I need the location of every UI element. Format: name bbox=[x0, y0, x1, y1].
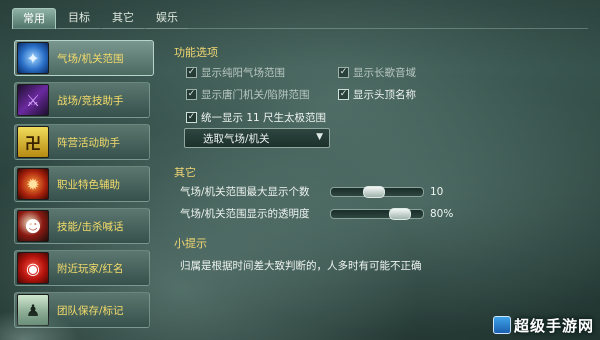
checkbox-label: 显示唐门机关/陷阱范围 bbox=[201, 89, 310, 101]
sidebar-item-label: 气场/机关范围 bbox=[57, 52, 124, 65]
checkbox-label: 统一显示 11 尺生太极范围 bbox=[201, 112, 327, 124]
sidebar-item-class-assist[interactable]: ✹ 职业特色辅助 bbox=[14, 166, 150, 202]
tab-target[interactable]: 目标 bbox=[58, 8, 100, 29]
section-title-features: 功能选项 bbox=[174, 46, 218, 59]
sidebar-item-aura-range[interactable]: ✦ 气场/机关范围 bbox=[14, 40, 154, 76]
shield-swirl-icon: ✦ bbox=[17, 42, 49, 74]
checkbox-tangmen-traps[interactable]: ✓ 显示唐门机关/陷阱范围 bbox=[186, 87, 310, 102]
sidebar-item-skill-shout[interactable]: ☻ 技能/击杀喊话 bbox=[14, 208, 150, 244]
sidebar-item-label: 技能/击杀喊话 bbox=[57, 220, 124, 233]
slider-row-opacity: 气场/机关范围显示的透明度 80% bbox=[180, 206, 453, 221]
slider-value: 10 bbox=[430, 185, 444, 198]
slider-thumb[interactable] bbox=[389, 207, 411, 220]
slider-track-opacity[interactable] bbox=[330, 207, 424, 220]
watermark-logo-icon bbox=[492, 316, 511, 334]
tab-divider bbox=[12, 28, 588, 29]
checkmark-icon: ✓ bbox=[186, 112, 197, 123]
checkmark-icon: ✓ bbox=[338, 89, 349, 100]
checkbox-changge-field[interactable]: ✓ 显示长歌音域 bbox=[338, 65, 416, 80]
faction-emblem-icon: 卍 bbox=[17, 126, 49, 158]
section-title-other: 其它 bbox=[174, 166, 196, 179]
sidebar-item-nearby-players[interactable]: ◉ 附近玩家/红名 bbox=[14, 250, 150, 286]
slider-value: 80% bbox=[430, 207, 454, 220]
slider-row-max-count: 气场/机关范围最大显示个数 10 bbox=[180, 184, 443, 199]
checkmark-icon: ✓ bbox=[338, 67, 349, 78]
section-title-tips: 小提示 bbox=[174, 237, 207, 250]
site-watermark: 超级手游网 bbox=[492, 315, 594, 336]
sidebar-item-label: 职业特色辅助 bbox=[57, 178, 120, 191]
checkmark-icon: ✓ bbox=[186, 89, 197, 100]
sidebar-item-label: 战场/竞技助手 bbox=[57, 94, 124, 107]
slider-label: 气场/机关范围显示的透明度 bbox=[180, 208, 310, 220]
top-tab-bar: 常用 目标 其它 娱乐 bbox=[12, 8, 188, 29]
checkbox-label: 显示纯阳气场范围 bbox=[201, 67, 285, 79]
sidebar-item-label: 附近玩家/红名 bbox=[57, 262, 124, 275]
red-target-icon: ◉ bbox=[17, 252, 49, 284]
slider-label: 气场/机关范围最大显示个数 bbox=[180, 186, 310, 198]
chevron-down-icon: ▼ bbox=[316, 132, 323, 142]
fire-dragon-icon: ✹ bbox=[17, 168, 49, 200]
checkmark-icon: ✓ bbox=[186, 67, 197, 78]
settings-panel: 功能选项 ✓ 显示纯阳气场范围 ✓ 显示长歌音域 ✓ 显示唐门机关/陷阱范围 ✓… bbox=[168, 36, 586, 328]
sidebar-item-battlefield[interactable]: ⚔ 战场/竞技助手 bbox=[14, 82, 150, 118]
checkbox-label: 显示长歌音域 bbox=[353, 67, 416, 79]
slider-thumb[interactable] bbox=[363, 185, 385, 198]
checkbox-label: 显示头顶名称 bbox=[353, 89, 416, 101]
tab-other[interactable]: 其它 bbox=[102, 8, 144, 29]
checkbox-overhead-names[interactable]: ✓ 显示头顶名称 bbox=[338, 87, 416, 102]
dropdown-label: 选取气场/机关 bbox=[203, 132, 270, 145]
aura-select-dropdown[interactable]: 选取气场/机关 ▼ bbox=[184, 128, 330, 148]
checkbox-unified-taiji[interactable]: ✓ 统一显示 11 尺生太极范围 bbox=[186, 110, 326, 125]
corner-decoration bbox=[0, 310, 80, 340]
checkbox-chunyang-aura[interactable]: ✓ 显示纯阳气场范围 bbox=[186, 65, 285, 80]
tip-text: 归属是根据时间差大致判断的，人多时有可能不正确 bbox=[180, 260, 422, 272]
watermark-text: 超级手游网 bbox=[513, 317, 594, 335]
tab-entertainment[interactable]: 娱乐 bbox=[146, 8, 188, 29]
masked-face-icon: ☻ bbox=[17, 210, 49, 242]
crossed-swords-icon: ⚔ bbox=[17, 84, 49, 116]
sidebar-item-label: 阵营活动助手 bbox=[57, 136, 120, 149]
tab-common[interactable]: 常用 bbox=[12, 8, 56, 29]
sidebar-item-faction[interactable]: 卍 阵营活动助手 bbox=[14, 124, 150, 160]
slider-track-max-count[interactable] bbox=[330, 185, 424, 198]
sidebar: ✦ 气场/机关范围 ⚔ 战场/竞技助手 卍 阵营活动助手 ✹ 职业特色辅助 ☻ … bbox=[14, 40, 154, 334]
